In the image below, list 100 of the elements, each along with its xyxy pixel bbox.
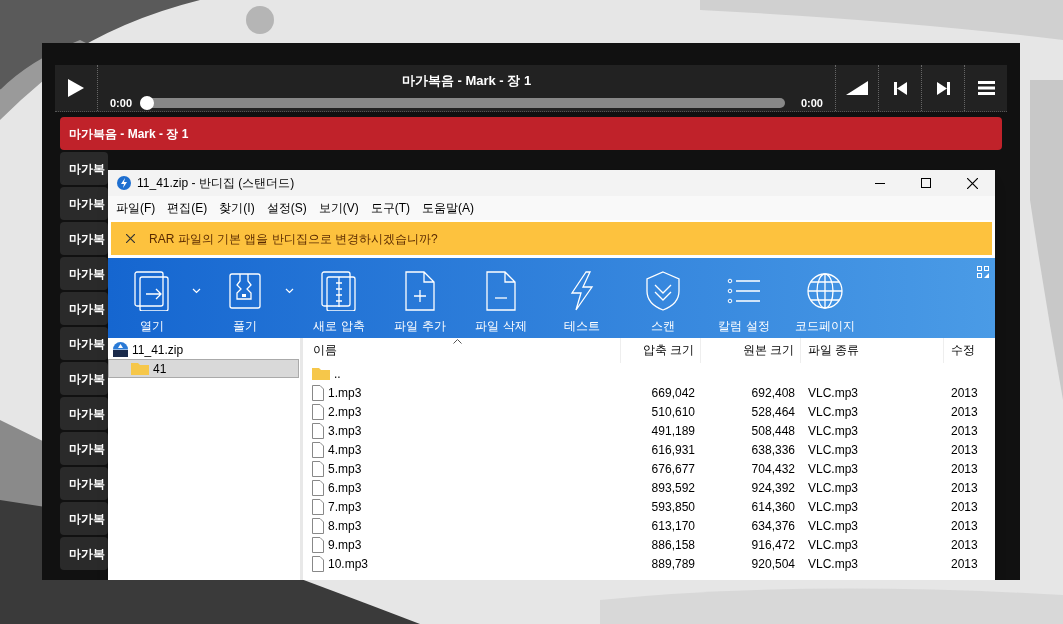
column-header[interactable]: 이름 (303, 338, 621, 363)
toolbar-button[interactable]: 테스트 (542, 258, 622, 335)
table-cell-text: VLC.mp3 (807, 422, 860, 440)
table-cell-text: 889,789 (650, 555, 696, 573)
menu-item[interactable]: 설정(S) (260, 199, 313, 217)
folder-icon (131, 362, 149, 375)
table-cell-text: 508,448 (750, 422, 796, 440)
column-header[interactable]: 압축 크기 (621, 338, 701, 363)
playlist-item[interactable]: 마가복 (60, 152, 108, 185)
close-icon[interactable] (126, 234, 135, 243)
open-icon (134, 271, 170, 311)
file-name: 3.mp3 (328, 422, 362, 440)
menu-item[interactable]: 편집(E) (161, 199, 214, 217)
table-cell-text: VLC.mp3 (807, 517, 860, 535)
table-cell-text: VLC.mp3 (807, 555, 860, 573)
toolbar-button[interactable]: 파일 추가 (380, 258, 460, 335)
table-cell-text: 886,158 (650, 536, 696, 554)
file-icon (312, 517, 324, 534)
menu-icon (977, 81, 995, 95)
zipper-file-icon (321, 271, 357, 311)
menu-item[interactable]: 보기(V) (312, 199, 365, 217)
caret-icon[interactable] (192, 288, 201, 294)
menu-item[interactable]: 도움말(A) (416, 199, 480, 217)
playlist-item[interactable]: 마가복 (60, 502, 108, 535)
file-name: 1.mp3 (328, 384, 362, 402)
toolbar-button[interactable]: 풀기 (205, 258, 285, 335)
table-cell-text: 2013 (950, 403, 979, 421)
menu-item[interactable]: 찾기(I) (213, 199, 261, 217)
table-cell-text: VLC.mp3 (807, 384, 860, 402)
folder-icon (312, 367, 330, 380)
toolbar-button[interactable]: 파일 삭제 (461, 258, 541, 335)
caret-icon[interactable] (285, 288, 294, 294)
table-cell-text: 638,336 (750, 441, 796, 459)
column-header[interactable]: 파일 종류 (801, 338, 944, 363)
track-title: 마가복음 - Mark - 장 1 (400, 73, 533, 89)
table-cell-text: 616,931 (650, 441, 696, 459)
table-cell-text: 510,610 (650, 403, 696, 421)
file-icon (312, 422, 324, 439)
table-cell-text: 704,432 (750, 460, 796, 478)
shield-icon (645, 271, 681, 311)
play-icon (68, 79, 84, 97)
file-name: 6.mp3 (328, 479, 362, 497)
table-cell-text: 692,408 (750, 384, 796, 402)
file-icon (312, 384, 324, 401)
table-cell-text: 2013 (950, 422, 979, 440)
table-cell-text: VLC.mp3 (807, 498, 860, 516)
playlist-item[interactable]: 마가복 (60, 292, 108, 325)
menu-item[interactable]: 도구(T) (364, 199, 416, 217)
playlist-item[interactable]: 마가복 (60, 187, 108, 220)
zipper-file-icon (227, 271, 263, 311)
playlist-item[interactable]: 마가복 (60, 257, 108, 290)
toolbar-button[interactable]: 열기 (112, 258, 192, 335)
file-name: .. (334, 365, 341, 383)
file-name: 2.mp3 (328, 403, 362, 421)
minimize-icon (875, 182, 885, 184)
table-cell-text: 2013 (950, 441, 979, 459)
table-cell-text: 924,392 (750, 479, 796, 497)
tree-item[interactable]: 41 (108, 359, 299, 378)
file-icon (312, 441, 324, 458)
table-cell-text: VLC.mp3 (807, 460, 860, 478)
tree-item[interactable]: 11_41.zip (108, 340, 300, 359)
table-cell-text: 2013 (950, 384, 979, 402)
playlist-item[interactable]: 마가복 (60, 537, 108, 570)
file-icon (312, 479, 324, 496)
table-cell-text: 614,360 (750, 498, 796, 516)
playlist-item[interactable]: 마가복 (60, 432, 108, 465)
table-cell-text: 2013 (950, 555, 979, 573)
seek-track[interactable] (140, 98, 785, 109)
playlist-item[interactable]: 마가복 (60, 362, 108, 395)
table-cell-text: 920,504 (750, 555, 796, 573)
table-cell-text: 2013 (950, 498, 979, 516)
toolbar-button[interactable]: 칼럼 설정 (704, 258, 784, 335)
playlist-item[interactable]: 마가복 (60, 327, 108, 360)
table-cell-text: 893,592 (650, 479, 696, 497)
toolbar-button[interactable]: 스캔 (623, 258, 703, 335)
seek-thumb[interactable] (140, 96, 155, 111)
previous-icon (893, 81, 907, 95)
volume-icon (846, 81, 868, 95)
column-header[interactable]: 수정 (944, 338, 995, 363)
table-cell-text: 593,850 (650, 498, 696, 516)
playlist-item[interactable]: 마가복 (60, 467, 108, 500)
toolbar-button[interactable]: 새로 압축 (299, 258, 379, 335)
playlist-item[interactable]: 마가복 (60, 397, 108, 430)
column-header[interactable]: 원본 크기 (701, 338, 801, 363)
table-cell-text: 634,376 (750, 517, 796, 535)
file-icon (312, 460, 324, 477)
playlist-item[interactable]: 마가복음 - Mark - 장 1 (60, 117, 1002, 150)
zip-icon (113, 342, 128, 357)
add-file-icon (402, 271, 438, 311)
table-cell-text: VLC.mp3 (807, 441, 860, 459)
file-name: 7.mp3 (328, 498, 362, 516)
menu-item[interactable]: 파일(F) (110, 199, 162, 217)
table-cell-text: 676,677 (650, 460, 696, 478)
banner-message: RAR 파일의 기본 앱을 반디집으로 변경하시겠습니까? (149, 230, 438, 248)
layout-icon[interactable] (977, 266, 989, 278)
table-cell-text: 613,170 (650, 517, 696, 535)
file-icon (312, 536, 324, 553)
playlist-item[interactable]: 마가복 (60, 222, 108, 255)
table-cell-text: 2013 (950, 517, 979, 535)
table-cell-text: VLC.mp3 (807, 403, 860, 421)
